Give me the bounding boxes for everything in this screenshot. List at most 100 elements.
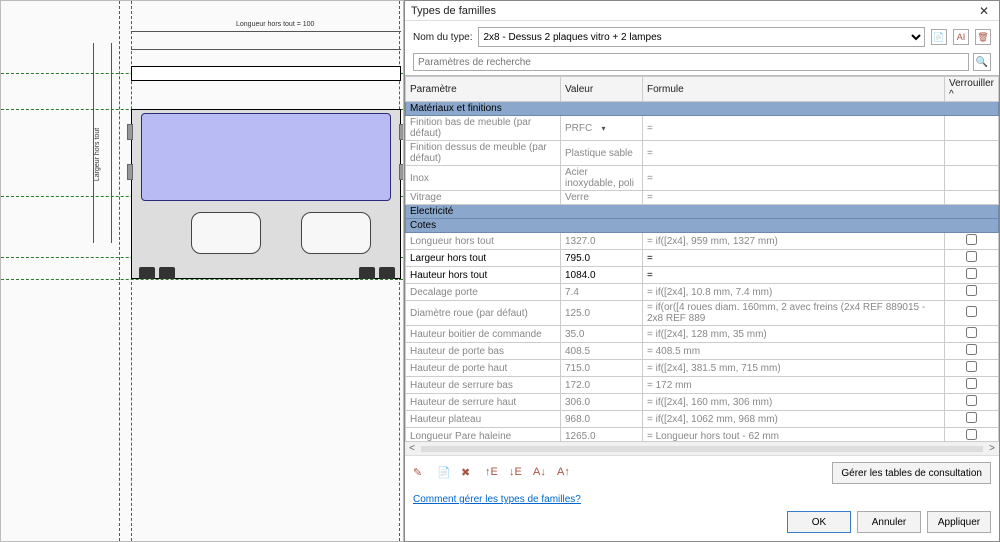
param-name-cell[interactable]: Vitrage xyxy=(406,191,561,205)
param-name-cell[interactable]: Hauteur de porte bas xyxy=(406,343,561,360)
param-value-cell[interactable]: Verre xyxy=(561,191,643,205)
param-formula-cell[interactable]: = Longueur hors tout - 62 mm xyxy=(643,428,945,442)
param-formula-cell[interactable]: = xyxy=(643,250,945,267)
param-formula-cell[interactable]: = 172 mm xyxy=(643,377,945,394)
delete-type-icon[interactable]: 🗑 xyxy=(975,29,991,45)
param-formula-cell[interactable]: = if([2x4], 959 mm, 1327 mm) xyxy=(643,233,945,250)
lock-checkbox[interactable] xyxy=(966,306,977,317)
param-name-cell[interactable]: Hauteur boitier de commande xyxy=(406,326,561,343)
param-lock-cell[interactable] xyxy=(944,284,998,301)
toolbar-sort-asc-icon[interactable]: A↓ xyxy=(533,466,547,480)
toolbar-sort-desc-icon[interactable]: A↑ xyxy=(557,466,571,480)
table-row[interactable]: Diamètre roue (par défaut)125.0= if(or([… xyxy=(406,301,999,326)
param-lock-cell[interactable] xyxy=(944,394,998,411)
param-formula-cell[interactable]: = xyxy=(643,141,945,166)
parameters-grid[interactable]: Paramètre Valeur Formule Verrouiller ^ M… xyxy=(405,75,999,441)
scroll-right-icon[interactable]: > xyxy=(985,443,999,454)
lock-checkbox[interactable] xyxy=(966,361,977,372)
table-row[interactable]: Finition bas de meuble (par défaut)PRFC▾… xyxy=(406,116,999,141)
param-name-cell[interactable]: Hauteur plateau xyxy=(406,411,561,428)
param-lock-cell[interactable] xyxy=(944,377,998,394)
param-name-cell[interactable]: Decalage porte xyxy=(406,284,561,301)
table-row[interactable]: Decalage porte7.4= if([2x4], 10.8 mm, 7.… xyxy=(406,284,999,301)
toolbar-delete-icon[interactable]: ✖ xyxy=(461,466,475,480)
group-header[interactable]: Matériaux et finitions xyxy=(406,102,999,116)
param-name-cell[interactable]: Diamètre roue (par défaut) xyxy=(406,301,561,326)
col-formula[interactable]: Formule xyxy=(643,77,945,102)
param-value-cell[interactable]: 1327.0 xyxy=(561,233,643,250)
param-formula-cell[interactable]: = if(or([4 roues diam. 160mm, 2 avec fre… xyxy=(643,301,945,326)
lock-checkbox[interactable] xyxy=(966,412,977,423)
param-value-cell[interactable]: 172.0 xyxy=(561,377,643,394)
lock-checkbox[interactable] xyxy=(966,268,977,279)
table-row[interactable]: VitrageVerre= xyxy=(406,191,999,205)
lock-checkbox[interactable] xyxy=(966,378,977,389)
table-row[interactable]: Hauteur de porte bas408.5= 408.5 mm xyxy=(406,343,999,360)
close-button[interactable]: ✕ xyxy=(975,4,993,18)
table-row[interactable]: Largeur hors tout795.0= xyxy=(406,250,999,267)
lock-checkbox[interactable] xyxy=(966,429,977,440)
param-name-cell[interactable]: Hauteur de serrure haut xyxy=(406,394,561,411)
toolbar-new-icon[interactable]: 📄 xyxy=(437,466,451,480)
param-lock-cell[interactable] xyxy=(944,326,998,343)
scroll-left-icon[interactable]: < xyxy=(405,443,419,454)
param-lock-cell[interactable] xyxy=(944,360,998,377)
lock-checkbox[interactable] xyxy=(966,285,977,296)
param-lock-cell[interactable] xyxy=(944,267,998,284)
col-parameter[interactable]: Paramètre xyxy=(406,77,561,102)
lock-checkbox[interactable] xyxy=(966,344,977,355)
search-icon[interactable]: 🔍 xyxy=(973,53,991,71)
param-value-cell[interactable]: 1265.0 xyxy=(561,428,643,442)
toolbar-movedown-icon[interactable]: ↓E xyxy=(509,466,523,480)
group-header[interactable]: Electricité xyxy=(406,205,999,219)
param-formula-cell[interactable]: = if([2x4], 381.5 mm, 715 mm) xyxy=(643,360,945,377)
lookup-tables-button[interactable]: Gérer les tables de consultation xyxy=(832,462,991,484)
table-row[interactable]: Finition dessus de meuble (par défaut)Pl… xyxy=(406,141,999,166)
lock-checkbox[interactable] xyxy=(966,251,977,262)
ok-button[interactable]: OK xyxy=(787,511,851,533)
param-value-cell[interactable]: 306.0 xyxy=(561,394,643,411)
param-lock-cell[interactable] xyxy=(944,301,998,326)
param-formula-cell[interactable]: = if([2x4], 1062 mm, 968 mm) xyxy=(643,411,945,428)
type-name-select[interactable]: 2x8 - Dessus 2 plaques vitro + 2 lampes xyxy=(478,27,925,47)
param-value-cell[interactable]: Acier inoxydable, poli xyxy=(561,166,643,191)
help-link[interactable]: Comment gérer les types de familles? xyxy=(413,494,581,505)
param-formula-cell[interactable]: = xyxy=(643,116,945,141)
param-lock-cell[interactable] xyxy=(944,343,998,360)
table-row[interactable]: Longueur Pare haleine1265.0= Longueur ho… xyxy=(406,428,999,442)
param-formula-cell[interactable]: = 408.5 mm xyxy=(643,343,945,360)
param-name-cell[interactable]: Hauteur de porte haut xyxy=(406,360,561,377)
lock-checkbox[interactable] xyxy=(966,327,977,338)
col-lock[interactable]: Verrouiller ^ xyxy=(944,77,998,102)
param-formula-cell[interactable]: = xyxy=(643,267,945,284)
param-name-cell[interactable]: Finition dessus de meuble (par défaut) xyxy=(406,141,561,166)
horizontal-scrollbar[interactable]: < > xyxy=(405,441,999,455)
group-header[interactable]: Cotes xyxy=(406,219,999,233)
new-type-icon[interactable]: 📄 xyxy=(931,29,947,45)
param-name-cell[interactable]: Finition bas de meuble (par défaut) xyxy=(406,116,561,141)
param-formula-cell[interactable]: = xyxy=(643,191,945,205)
param-lock-cell[interactable] xyxy=(944,166,998,191)
param-formula-cell[interactable]: = if([2x4], 10.8 mm, 7.4 mm) xyxy=(643,284,945,301)
param-value-cell[interactable]: Plastique sable xyxy=(561,141,643,166)
table-row[interactable]: InoxAcier inoxydable, poli= xyxy=(406,166,999,191)
cancel-button[interactable]: Annuler xyxy=(857,511,921,533)
lock-checkbox[interactable] xyxy=(966,395,977,406)
param-name-cell[interactable]: Inox xyxy=(406,166,561,191)
toolbar-moveup-icon[interactable]: ↑E xyxy=(485,466,499,480)
param-name-cell[interactable]: Hauteur hors tout xyxy=(406,267,561,284)
param-lock-cell[interactable] xyxy=(944,250,998,267)
param-value-cell[interactable]: 7.4 xyxy=(561,284,643,301)
table-row[interactable]: Hauteur de serrure bas172.0= 172 mm xyxy=(406,377,999,394)
param-value-cell[interactable]: 968.0 xyxy=(561,411,643,428)
param-lock-cell[interactable] xyxy=(944,233,998,250)
param-value-cell[interactable]: 408.5 xyxy=(561,343,643,360)
table-row[interactable]: Hauteur de porte haut715.0= if([2x4], 38… xyxy=(406,360,999,377)
param-name-cell[interactable]: Hauteur de serrure bas xyxy=(406,377,561,394)
col-value[interactable]: Valeur xyxy=(561,77,643,102)
param-value-cell[interactable]: 1084.0 xyxy=(561,267,643,284)
param-value-cell[interactable]: 795.0 xyxy=(561,250,643,267)
param-value-cell[interactable]: 715.0 xyxy=(561,360,643,377)
param-lock-cell[interactable] xyxy=(944,428,998,442)
dropdown-icon[interactable]: ▾ xyxy=(602,124,639,133)
